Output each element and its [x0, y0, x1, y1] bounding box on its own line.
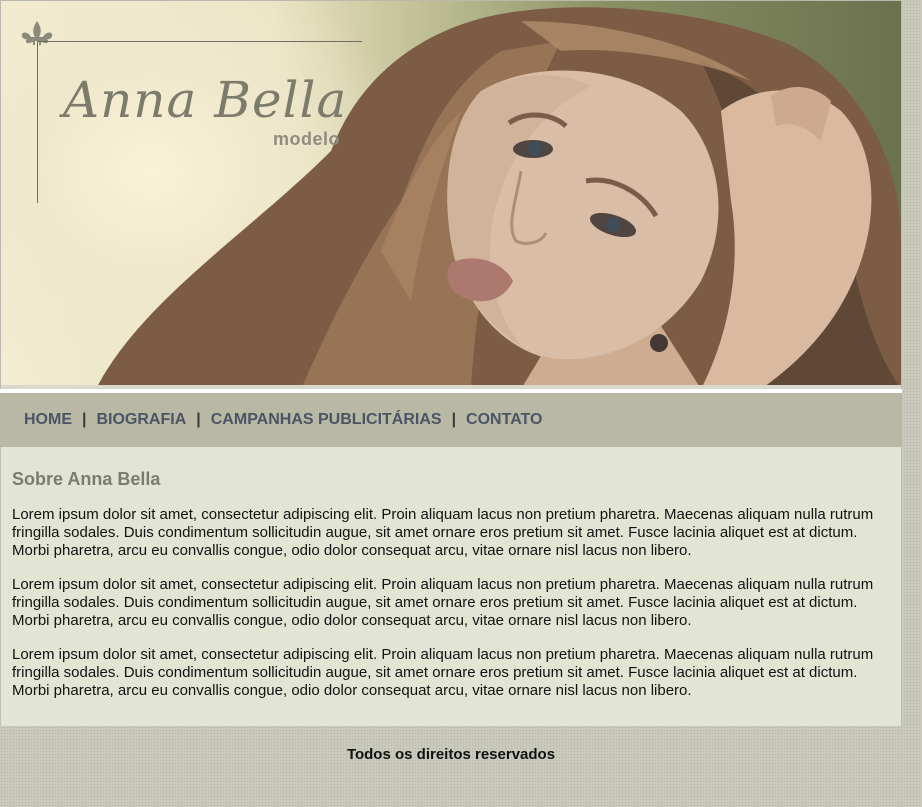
main-nav: HOME | BIOGRAFIA | CAMPANHAS PUBLICITÁRI…: [0, 389, 902, 447]
content-paragraph: Lorem ipsum dolor sit amet, consectetur …: [12, 646, 874, 699]
model-photo: [1, 1, 901, 389]
nav-link-home[interactable]: HOME: [24, 411, 72, 429]
nav-link-contato[interactable]: CONTATO: [466, 411, 542, 429]
nav-separator: |: [196, 411, 201, 428]
logo-subtitle: modelo: [273, 129, 341, 149]
content-paragraph: Lorem ipsum dolor sit amet, consectetur …: [12, 576, 874, 629]
nav-separator: |: [82, 411, 87, 428]
header-banner: Anna Bella modelo: [0, 0, 902, 389]
nav-separator: |: [451, 411, 457, 428]
content-paragraph: Lorem ipsum dolor sit amet, consectetur …: [12, 506, 874, 559]
logo-horizontal-rule: [37, 41, 362, 42]
page: Anna Bella modelo HOME | BIOGRAFIA | CAM…: [0, 0, 902, 763]
nav-link-campanhas[interactable]: CAMPANHAS PUBLICITÁRIAS: [211, 411, 442, 429]
logo-vertical-rule: [37, 41, 38, 203]
footer-copyright: Todos os direitos reservados: [346, 746, 556, 763]
logo-name: Anna Bella: [63, 71, 348, 129]
page-title: Sobre Anna Bella: [12, 469, 161, 489]
main-content: Sobre Anna Bella Lorem ipsum dolor sit a…: [0, 447, 902, 726]
nav-link-biografia[interactable]: BIOGRAFIA: [96, 411, 186, 429]
